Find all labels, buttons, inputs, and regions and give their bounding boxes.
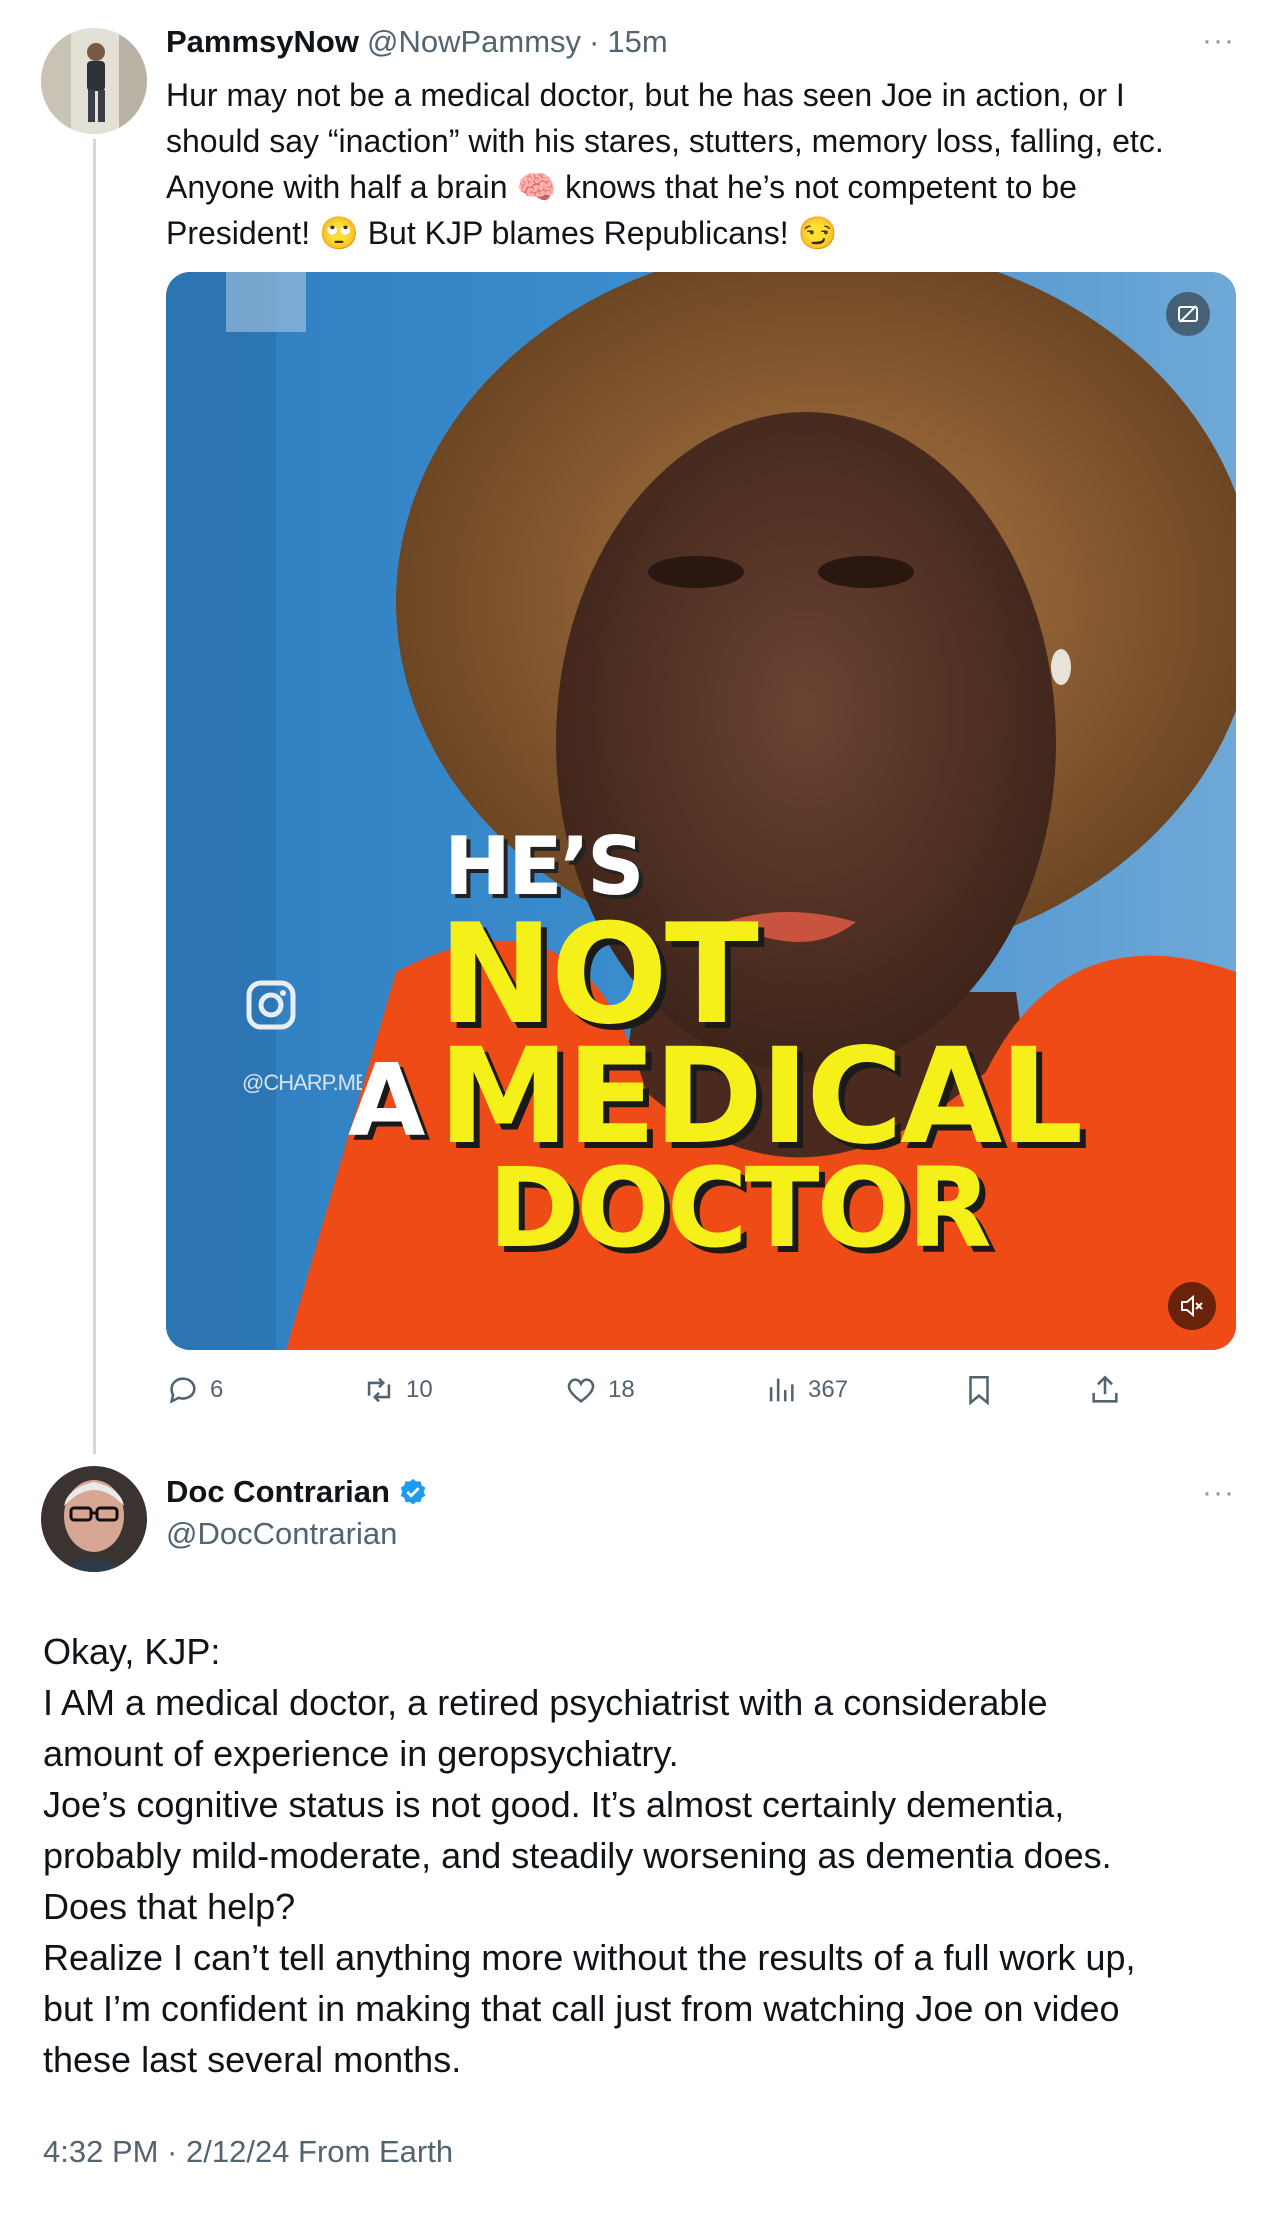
bookmark-button[interactable] xyxy=(962,1370,996,1410)
share-icon xyxy=(1092,1375,1118,1403)
captions-icon[interactable] xyxy=(1166,292,1210,336)
mute-icon[interactable] xyxy=(1168,1282,1216,1330)
tweet-body-line: Joe’s cognitive status is not good. It’s… xyxy=(43,1784,1065,1825)
verified-icon[interactable] xyxy=(398,1477,428,1507)
instagram-icon xyxy=(246,980,296,1030)
author-name[interactable]: Doc Contrarian xyxy=(166,1474,390,1510)
tweet-text-line: should say “inaction” with his stares, s… xyxy=(166,123,1164,159)
author-name[interactable]: PammsyNow xyxy=(166,24,359,60)
like-button[interactable]: 18 xyxy=(564,1370,635,1410)
bookmark-icon xyxy=(969,1375,989,1406)
watermark-text: @CHARP.MEDIA xyxy=(242,1070,362,1095)
tweet-text-line: Hur may not be a medical doctor, but he … xyxy=(166,77,1125,113)
tweet-body-line: Does that help? xyxy=(43,1886,296,1927)
tweet-text-line: Anyone with half a brain 🧠 knows that he… xyxy=(166,169,1077,205)
avatar-doccontrarian[interactable] xyxy=(41,1466,147,1572)
tweet-text: Hur may not be a medical doctor, but he … xyxy=(166,72,1246,256)
tweet-time[interactable]: 15m xyxy=(607,24,667,60)
tweet-body-line: I AM a medical doctor, a retired psychia… xyxy=(43,1682,1048,1723)
avatar-pammsynow[interactable] xyxy=(41,28,147,134)
like-icon xyxy=(567,1378,595,1403)
tweet-body-line: Realize I can’t tell anything more witho… xyxy=(43,1937,1136,1978)
repost-icon xyxy=(367,1377,391,1403)
reply-count: 6 xyxy=(210,1376,224,1403)
caption-doctor: DOCTOR xyxy=(488,1144,992,1272)
caption-a: A xyxy=(348,1042,425,1159)
repost-count: 10 xyxy=(406,1376,433,1403)
tweet-body-line: amount of experience in geropsychiatry. xyxy=(43,1733,679,1774)
tweet-text-line: President! 🙄 But KJP blames Republicans!… xyxy=(166,215,838,251)
tweet-body-line: probably mild-moderate, and steadily wor… xyxy=(43,1835,1112,1876)
like-count: 18 xyxy=(608,1376,635,1403)
thread-line xyxy=(93,139,96,1454)
author-handle[interactable]: @NowPammsy xyxy=(367,24,581,60)
reply-icon xyxy=(169,1377,196,1404)
tweet-timestamp[interactable]: 4:32 PM · 2/12/24 From Earth xyxy=(43,2134,453,2170)
more-icon[interactable]: ··· xyxy=(1202,1476,1235,1510)
views-button[interactable]: 367 xyxy=(764,1370,848,1410)
tweet-body: Okay, KJP: I AM a medical doctor, a reti… xyxy=(43,1626,1243,2085)
repost-button[interactable]: 10 xyxy=(362,1370,433,1410)
views-icon xyxy=(769,1378,794,1402)
tweet-body-line: but I’m confident in making that call ju… xyxy=(43,1988,1120,2029)
reply-button[interactable]: 6 xyxy=(166,1370,223,1410)
tweet-body-line: Okay, KJP: xyxy=(43,1631,221,1672)
separator-dot: · xyxy=(589,24,600,59)
more-icon[interactable]: ··· xyxy=(1202,24,1235,58)
tweet-body-line: these last several months. xyxy=(43,2039,462,2080)
share-button[interactable] xyxy=(1088,1370,1122,1410)
video-player[interactable]: HE’S NOT A MEDICAL DOCTOR @CHARP.MEDIA xyxy=(166,272,1236,1350)
views-count: 367 xyxy=(808,1376,849,1403)
author-handle[interactable]: @DocContrarian xyxy=(166,1516,397,1552)
